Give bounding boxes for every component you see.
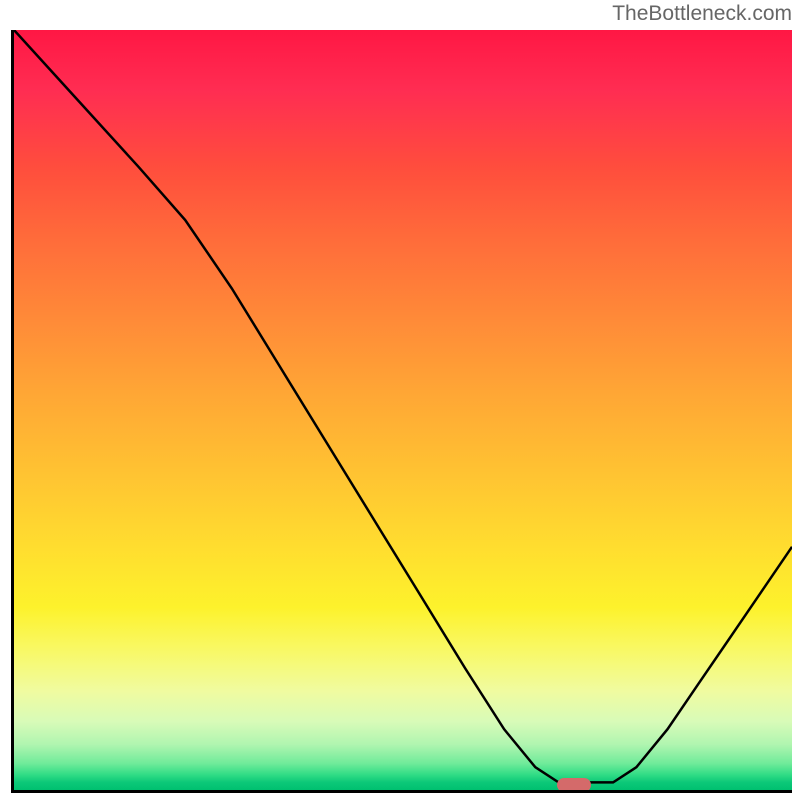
attribution-text: TheBottleneck.com: [612, 2, 792, 26]
chart-plot-area: [11, 30, 792, 793]
optimal-marker: [557, 778, 591, 792]
curve-line: [14, 30, 792, 790]
